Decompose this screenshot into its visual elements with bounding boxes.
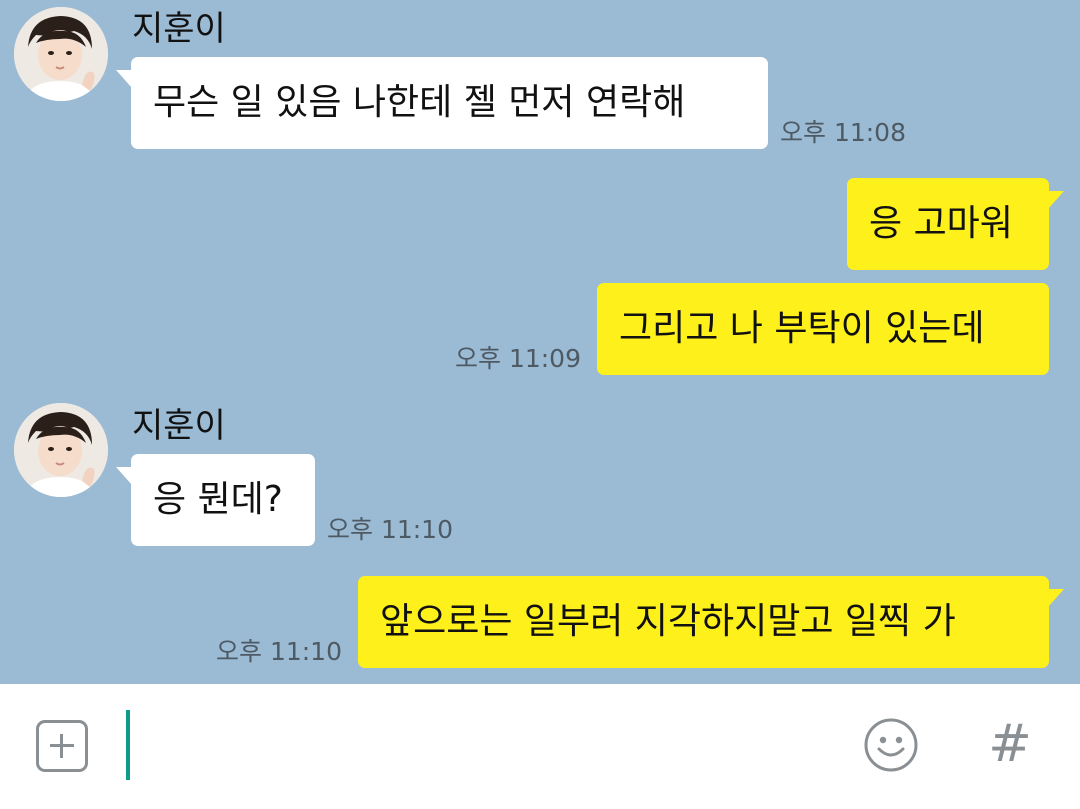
profile-avatar[interactable] [14, 7, 108, 101]
text-cursor [126, 710, 130, 780]
profile-photo-icon [14, 7, 108, 101]
message-timestamp: 오후 11:09 [455, 344, 581, 373]
bubble-tail [116, 70, 132, 88]
smiley-icon[interactable] [863, 717, 919, 773]
message-timestamp: 오후 11:08 [780, 118, 906, 147]
message-text: 무슨 일 있음 나한테 젤 먼저 연락해 [153, 82, 686, 123]
bubble-tail [116, 467, 132, 485]
profile-avatar[interactable] [14, 403, 108, 497]
sender-name: 지훈이 [132, 9, 226, 49]
incoming-message-bubble[interactable]: 응 뭔데? [131, 454, 315, 546]
message-text: 응 고마워 [869, 203, 1013, 244]
chat-area: 지훈이 무슨 일 있음 나한테 젤 먼저 연락해 오후 11:08 응 고마워 … [0, 0, 1080, 684]
profile-photo-icon [14, 403, 108, 497]
bubble-tail [1048, 191, 1064, 209]
message-timestamp: 오후 11:10 [216, 637, 342, 666]
outgoing-message-bubble[interactable]: 앞으로는 일부러 지각하지말고 일찍 가 [358, 576, 1049, 668]
message-input[interactable] [120, 708, 840, 784]
message-text: 그리고 나 부탁이 있는데 [619, 308, 985, 349]
bubble-tail [1048, 589, 1064, 607]
outgoing-message-bubble[interactable]: 응 고마워 [847, 178, 1049, 270]
message-text: 앞으로는 일부러 지각하지말고 일찍 가 [380, 601, 956, 642]
incoming-message-bubble[interactable]: 무슨 일 있음 나한테 젤 먼저 연락해 [131, 57, 768, 149]
message-input-bar: # [0, 684, 1080, 809]
message-timestamp: 오후 11:10 [327, 515, 453, 544]
outgoing-message-bubble[interactable]: 그리고 나 부탁이 있는데 [597, 283, 1049, 375]
message-text: 응 뭔데? [153, 479, 283, 520]
sender-name: 지훈이 [132, 406, 226, 446]
hash-icon[interactable]: # [985, 714, 1035, 774]
plus-square-icon[interactable] [36, 720, 88, 772]
